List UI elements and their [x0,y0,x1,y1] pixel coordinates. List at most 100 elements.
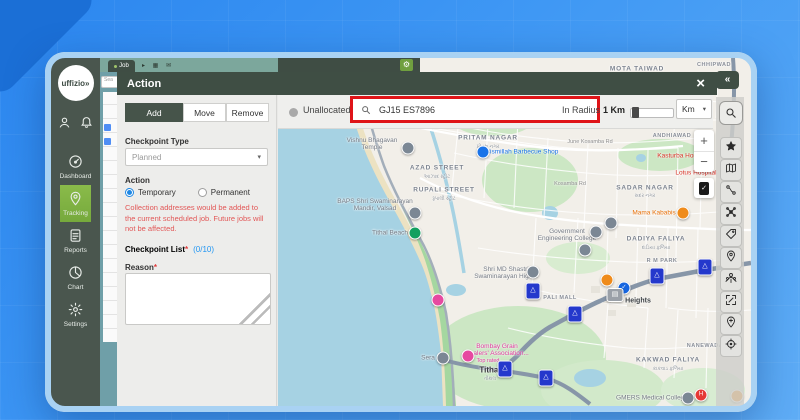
drone-icon [725,205,737,223]
checkpoint-bin-marker[interactable]: △ [698,259,713,276]
poi-gray-marker[interactable] [605,217,618,230]
dashboard-icon [68,154,83,171]
radio-dot [198,188,207,197]
user-icon[interactable] [58,116,71,134]
sidebar-item-reports[interactable]: Reports [60,222,92,259]
sidebar-item-settings[interactable]: Settings [60,296,92,333]
map-tools-strip [716,97,744,406]
radio-permanent[interactable]: Permanent [198,188,250,197]
bell-icon[interactable] [80,116,93,134]
tab-add[interactable]: Add [125,103,183,122]
team-tool-button[interactable] [720,269,742,291]
action-dialog-header: Action × [117,72,717,95]
close-icon[interactable]: × [696,76,705,91]
sidebar-item-label: Reports [64,247,87,254]
map-icon [725,161,737,179]
map-tool-button[interactable] [720,159,742,181]
chevron-down-icon: ▾ [257,153,261,161]
chevron-down-icon: ▾ [703,105,706,113]
radio-label: Temporary [138,188,176,197]
action-dialog-panel: AddMoveRemove Checkpoint Type Planned▾ A… [117,95,277,406]
warning-text: Collection addresses would be added to t… [125,203,269,235]
radio-label: Permanent [211,188,250,197]
tab-move[interactable]: Move [183,103,226,122]
poi-pink-marker[interactable] [462,350,475,363]
star-icon [725,139,737,157]
poi-gray-marker[interactable] [527,266,540,279]
sidebar-item-label: Settings [64,321,88,328]
poi-pink-marker[interactable] [432,294,445,307]
map-search-button[interactable] [719,101,743,125]
tab-remove[interactable]: Remove [226,103,269,122]
reason-textarea[interactable] [125,273,271,325]
vehicle-search-input[interactable] [377,104,571,116]
unallocated-status-dot [289,108,298,117]
background-table [103,92,117,342]
uffizio-logo: uffizio» [58,65,94,101]
poi-blue-marker[interactable] [477,146,490,159]
poi-gray-marker[interactable] [579,244,592,257]
checkpoint-type-select[interactable]: Planned▾ [125,148,268,166]
checkpoint-list-label: Checkpoint List* [125,245,188,254]
beach-marker[interactable] [409,227,422,240]
checkpoint-bin-marker[interactable]: △ [498,361,513,378]
expand-icon [725,293,737,311]
poi-gray-marker[interactable] [437,352,450,365]
tracking-icon [68,191,83,208]
poi-gray-marker[interactable] [590,226,603,239]
background-map-toolbar: ⚙ [278,58,420,72]
checkpoint-bin-marker[interactable]: △ [650,268,665,285]
sidebar-item-tracking[interactable]: Tracking [60,185,92,222]
job-tab[interactable]: Job [108,60,135,72]
add-location-icon [725,315,737,333]
checkpoint-bin-marker[interactable]: △ [568,306,583,323]
checkpoint-count[interactable]: (0/10) [193,245,214,254]
search-icon [361,105,371,115]
sidebar-item-label: Chart [68,284,84,291]
add-location-tool-button[interactable] [720,313,742,335]
radius-slider-handle[interactable] [632,107,639,118]
search-icon [725,107,737,119]
in-radius-label: In Radius [562,105,600,115]
sidebar-item-dashboard[interactable]: Dashboard [60,148,92,185]
unallocated-label: Unallocated [303,105,351,115]
hospital-marker[interactable]: H [695,389,708,402]
collapse-panel-button[interactable]: « [716,71,739,89]
route-tool-button[interactable] [720,181,742,203]
expand-tool-button[interactable] [720,291,742,313]
unit-select[interactable]: Km▾ [676,99,712,119]
poi-gray-marker[interactable] [682,392,695,405]
drone-tool-button[interactable] [720,203,742,225]
checkpoint-bin-marker[interactable]: △ [526,283,541,300]
background-toolbar-icons: ▸ ▦ ✉ [142,62,174,72]
tag-tool-button[interactable] [720,225,742,247]
radius-slider[interactable] [630,108,674,118]
sidebar-item-chart[interactable]: Chart [60,259,92,296]
star-tool-button[interactable] [720,137,742,159]
vehicle-marker[interactable]: ▤ [607,288,624,302]
zoom-in-button[interactable]: + [694,130,714,152]
radius-value: 1 Km [603,105,625,115]
action-label: Action [125,176,150,185]
route-icon [725,183,737,201]
row-checkbox [104,124,111,131]
poi-orange-marker[interactable] [677,207,690,220]
radio-dot [125,188,134,197]
sidebar-item-label: Dashboard [60,173,92,180]
poi-gray-marker[interactable] [402,142,415,155]
radio-temporary[interactable]: Temporary [125,188,176,197]
poi-orange-marker[interactable] [601,274,614,287]
pin-tool-button[interactable] [720,247,742,269]
crosshair-tool-button[interactable] [720,335,742,357]
poi-gray-marker[interactable] [409,207,422,220]
gear-icon[interactable]: ⚙ [400,59,413,71]
zoom-out-button[interactable]: − [694,152,714,173]
crosshair-icon [725,337,737,355]
sidebar: uffizio» Dashboard Tracking Reports Chart Se… [51,58,100,406]
background-tab-bar: Job ▸ ▦ ✉ [100,58,278,72]
checkpoint-bin-marker[interactable]: △ [539,370,554,387]
checklist-button[interactable]: ✓ [694,178,714,198]
chart-icon [68,265,83,282]
dialog-title: Action [127,78,161,90]
tag-icon [725,227,737,245]
